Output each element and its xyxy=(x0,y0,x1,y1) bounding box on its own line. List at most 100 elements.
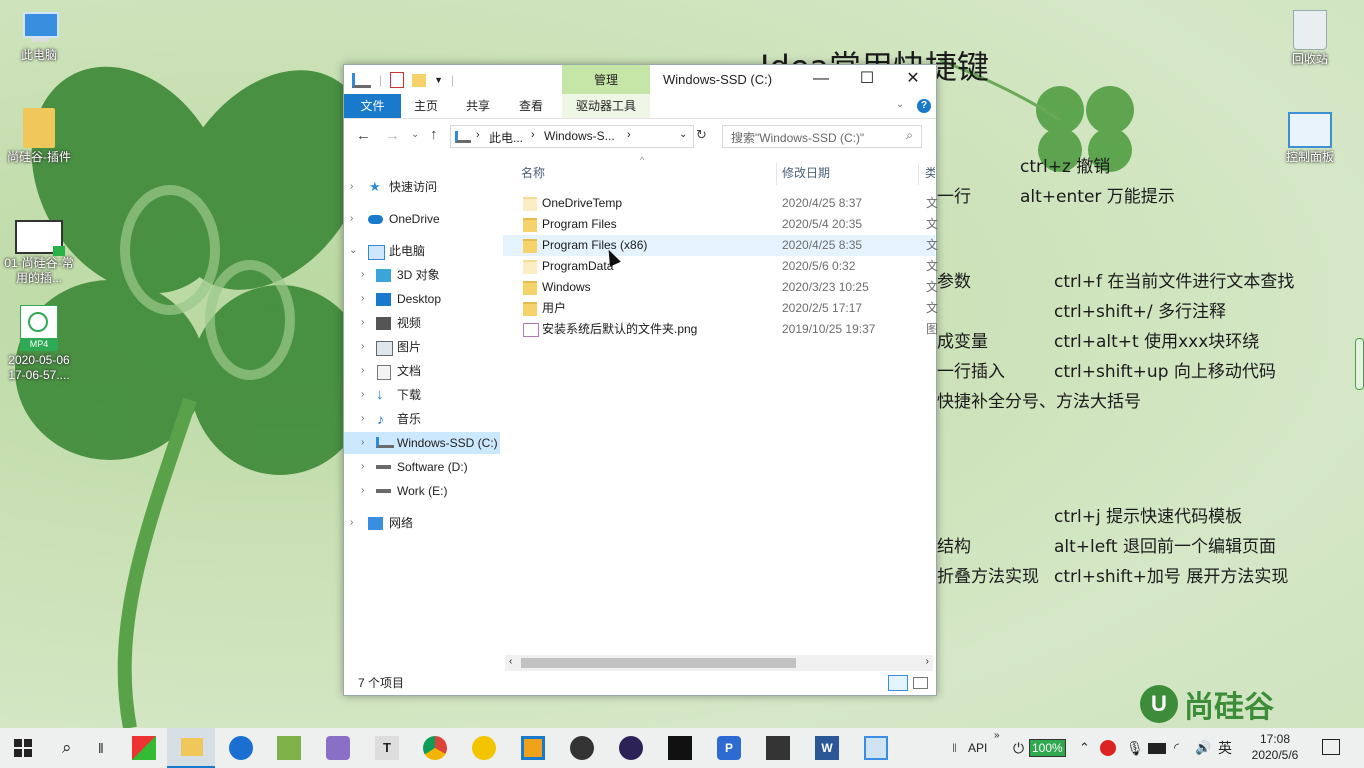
expand-arrow-icon[interactable]: › xyxy=(361,288,364,310)
expand-arrow-icon[interactable]: › xyxy=(361,432,364,454)
expand-arrow-icon[interactable]: › xyxy=(350,176,353,198)
help-icon[interactable]: ? xyxy=(917,99,931,113)
refresh-icon[interactable]: ↻ xyxy=(696,127,707,143)
expand-arrow-icon[interactable]: › xyxy=(361,384,364,406)
api-label[interactable]: API xyxy=(968,728,987,768)
nav-item-music[interactable]: › ♪ 音乐 xyxy=(344,408,500,430)
expand-arrow-icon[interactable]: › xyxy=(350,208,353,230)
tray-overflow-icon[interactable]: » xyxy=(994,716,1000,756)
forward-icon[interactable]: → xyxy=(385,127,400,144)
expand-arrow-icon[interactable]: › xyxy=(350,512,353,534)
eclipse-icon[interactable] xyxy=(619,736,643,760)
address-bar[interactable]: › 此电... › Windows-S... › ⌄ xyxy=(450,125,694,148)
up-icon[interactable]: ↑ xyxy=(430,126,438,143)
obs-icon[interactable] xyxy=(570,736,594,760)
search-input[interactable]: 搜索"Windows-SSD (C:)" ⌕ xyxy=(722,125,922,148)
column-header-type[interactable]: 类 xyxy=(925,159,935,187)
nav-item-onedrive[interactable]: › OneDrive xyxy=(344,208,500,230)
file-row[interactable]: 用户 2020/2/5 17:17 文 xyxy=(503,298,938,319)
nav-item-pictures[interactable]: › 图片 xyxy=(344,336,500,358)
monitor-app-icon[interactable] xyxy=(766,736,790,760)
close-button[interactable]: ✕ xyxy=(890,65,936,94)
breadcrumb-this-pc[interactable]: 此电... xyxy=(489,129,523,146)
expand-arrow-icon[interactable]: › xyxy=(361,336,364,358)
expand-arrow-icon[interactable]: › xyxy=(361,456,364,478)
desktop-icon-plugin-doc[interactable]: 01-尚硅谷-常用的插... xyxy=(0,220,78,286)
file-row[interactable]: Windows 2020/3/23 10:25 文 xyxy=(503,277,938,298)
ime-indicator[interactable]: 英 xyxy=(1218,728,1232,768)
maximize-button[interactable]: ☐ xyxy=(844,65,890,94)
tab-home[interactable]: 主页 xyxy=(404,94,448,118)
nav-item-documents[interactable]: › 文档 xyxy=(344,360,500,382)
battery-icon[interactable] xyxy=(1148,743,1166,754)
desktop-icon-this-pc[interactable]: 此电脑 xyxy=(0,10,78,63)
nav-item-work-drive[interactable]: › Work (E:) xyxy=(344,480,500,502)
file-explorer-taskbar-icon[interactable] xyxy=(167,728,215,768)
desktop-icon-mp4[interactable]: MP4 2020-05-06 17-06-57.... xyxy=(0,305,78,383)
volume-icon[interactable]: 🔊 xyxy=(1195,728,1211,768)
notepad-icon[interactable] xyxy=(277,736,301,760)
horizontal-scrollbar[interactable]: ‹ › xyxy=(505,655,933,671)
tab-share[interactable]: 共享 xyxy=(456,94,500,118)
notification-icon[interactable] xyxy=(1322,739,1340,755)
task-view-icon[interactable]: ‖ xyxy=(98,736,122,760)
file-row[interactable]: OneDriveTemp 2020/4/25 8:37 文 xyxy=(503,193,938,214)
expand-arrow-icon[interactable]: › xyxy=(361,264,364,286)
power-plug-icon[interactable]: ⏻ xyxy=(1013,728,1024,768)
desktop-icon-plugin-folder[interactable]: 尚硅谷-插件 xyxy=(0,108,78,165)
recent-locations-icon[interactable]: ⌄ xyxy=(411,129,419,140)
nav-item-network[interactable]: › 网络 xyxy=(344,512,500,534)
show-hidden-icons-icon[interactable]: ⌃ xyxy=(1079,728,1090,768)
large-icons-view-icon[interactable] xyxy=(913,677,928,689)
expand-arrow-icon[interactable]: › xyxy=(361,408,364,430)
address-dropdown-icon[interactable]: ⌄ xyxy=(679,129,687,140)
nav-item-windows-ssd[interactable]: › Windows-SSD (C:) xyxy=(344,432,500,454)
nav-item-downloads[interactable]: › ↓ 下载 xyxy=(344,384,500,406)
search-icon[interactable]: ⌕ xyxy=(62,736,86,760)
tab-drive-tools[interactable]: 驱动器工具 xyxy=(562,94,650,118)
chrome-icon[interactable] xyxy=(423,736,447,760)
nav-item-videos[interactable]: › 视频 xyxy=(344,312,500,334)
breadcrumb-drive[interactable]: Windows-S... xyxy=(544,129,615,143)
scrollbar-thumb[interactable] xyxy=(521,658,796,668)
file-row[interactable]: Program Files 2020/5/4 20:35 文 xyxy=(503,214,938,235)
wifi-icon[interactable]: ◜ xyxy=(1174,728,1179,768)
file-row[interactable]: ProgramData 2020/5/6 0:32 文 xyxy=(503,256,938,277)
desktop-icon-control-panel[interactable]: 控制面板 xyxy=(1271,112,1349,165)
new-folder-icon[interactable] xyxy=(412,73,427,87)
feather-app-icon[interactable] xyxy=(326,736,350,760)
expand-arrow-icon[interactable]: › xyxy=(361,480,364,502)
column-header-date[interactable]: 修改日期 xyxy=(782,159,912,187)
file-explorer-window[interactable]: | ▼ | 管理 Windows-SSD (C:) — ☐ ✕ 文件 主页 共享… xyxy=(343,64,938,696)
p-app-icon[interactable]: P xyxy=(717,736,741,760)
file-row[interactable]: Program Files (x86) 2020/4/25 8:35 文 xyxy=(503,235,938,256)
minimize-button[interactable]: — xyxy=(798,65,844,94)
orange-app-icon[interactable] xyxy=(521,736,545,760)
drive-icon[interactable] xyxy=(352,72,371,88)
chevron-down-icon[interactable]: ▼ xyxy=(434,75,443,85)
tab-file[interactable]: 文件 xyxy=(344,94,401,118)
clock[interactable]: 17:08 2020/5/6 xyxy=(1240,731,1310,763)
nav-item-3d-objects[interactable]: › 3D 对象 xyxy=(344,264,500,286)
nav-item-this-pc[interactable]: ⌄ 此电脑 xyxy=(344,240,500,262)
colorful-app-icon[interactable] xyxy=(132,736,156,760)
details-view-icon[interactable] xyxy=(888,675,908,691)
teamviewer-icon[interactable] xyxy=(229,736,253,760)
start-windows-icon[interactable] xyxy=(14,739,32,757)
typora-icon[interactable]: T xyxy=(375,736,399,760)
back-icon[interactable]: ← xyxy=(356,127,371,144)
title-bar[interactable]: | ▼ | 管理 Windows-SSD (C:) — ☐ ✕ xyxy=(344,65,936,94)
scroll-left-icon[interactable]: ‹ xyxy=(509,656,512,667)
expand-arrow-icon[interactable]: › xyxy=(361,360,364,382)
expand-ribbon-icon[interactable]: ⌄ xyxy=(896,99,904,110)
intellij-icon[interactable] xyxy=(668,736,692,760)
expand-arrow-icon[interactable]: › xyxy=(361,312,364,334)
desktop-scroll-indicator[interactable] xyxy=(1355,338,1364,390)
column-header-name[interactable]: 名称 xyxy=(521,159,771,187)
yellow-app-icon[interactable] xyxy=(472,736,496,760)
desktop-icon-recycle-bin[interactable]: 回收站 xyxy=(1271,10,1349,67)
tab-view[interactable]: 查看 xyxy=(509,94,553,118)
red-app-tray-icon[interactable] xyxy=(1100,740,1116,756)
properties-icon[interactable] xyxy=(390,72,405,88)
nav-item-quick-access[interactable]: › ★ 快速访问 xyxy=(344,176,500,198)
